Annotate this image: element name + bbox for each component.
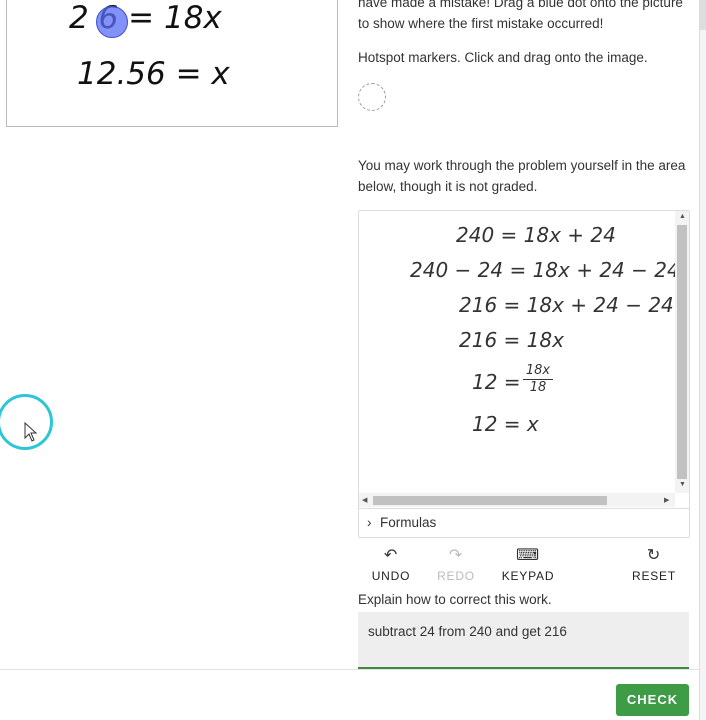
horizontal-scrollbar[interactable]: ◀ ▶ bbox=[359, 493, 675, 507]
explain-label: Explain how to correct this work. bbox=[358, 592, 552, 607]
work-line-3: 216 = 18x + 24 − 24 bbox=[459, 293, 674, 317]
math-input-area[interactable]: 240 = 18x + 24 240 − 24 = 18x + 24 − 24 … bbox=[359, 211, 675, 493]
work-line-5: 12 = bbox=[472, 370, 521, 394]
redo-icon: ↷ bbox=[448, 547, 464, 564]
reset-icon: ↻ bbox=[646, 547, 662, 564]
page-scroll-thumb[interactable] bbox=[700, 0, 706, 30]
undo-icon: ↶ bbox=[383, 547, 399, 564]
formulas-toggle[interactable]: › Formulas bbox=[359, 508, 689, 537]
fraction-denominator: 18 bbox=[529, 380, 547, 395]
scratch-work-area[interactable]: 240 = 18x + 24 240 − 24 = 18x + 24 − 24 … bbox=[358, 210, 690, 538]
formulas-label: Formulas bbox=[380, 515, 437, 530]
vertical-scrollbar[interactable]: ▲ ▼ bbox=[675, 211, 689, 493]
scroll-up-icon[interactable]: ▲ bbox=[679, 213, 686, 220]
vertical-scroll-thumb[interactable] bbox=[677, 225, 687, 479]
page-scrollbar[interactable] bbox=[699, 0, 706, 720]
reset-button[interactable]: ↻ RESET bbox=[619, 546, 689, 583]
keypad-label: KEYPAD bbox=[501, 569, 555, 583]
placed-hotspot-marker[interactable] bbox=[96, 6, 128, 38]
redo-label: REDO bbox=[437, 569, 475, 583]
hotspot-marker-source[interactable] bbox=[358, 83, 386, 111]
image-equation-1: 2 6 = 18x bbox=[69, 0, 222, 36]
scroll-left-icon[interactable]: ◀ bbox=[362, 496, 367, 504]
redo-button[interactable]: ↷ REDO bbox=[421, 546, 491, 583]
scroll-right-icon[interactable]: ▶ bbox=[664, 496, 669, 504]
workarea-instruction: You may work through the problem yoursel… bbox=[358, 158, 686, 194]
question-instruction: have made a mistake! Drag a blue dot ont… bbox=[358, 0, 683, 31]
footer-divider bbox=[0, 669, 706, 670]
keyboard-icon: ⌨ bbox=[516, 547, 540, 564]
problem-image[interactable]: 2 6 = 18x 12.56 = x bbox=[6, 0, 338, 127]
undo-label: UNDO bbox=[371, 569, 411, 583]
mouse-pointer-icon bbox=[24, 422, 38, 442]
undo-button[interactable]: ↶ UNDO bbox=[356, 546, 426, 583]
work-line-4: 216 = 18x bbox=[459, 328, 564, 352]
chevron-right-icon: › bbox=[367, 515, 372, 530]
fraction: 18x 18 bbox=[523, 363, 553, 396]
fraction-numerator: 18x bbox=[523, 363, 553, 380]
work-line-1: 240 = 18x + 24 bbox=[456, 223, 616, 247]
scroll-down-icon[interactable]: ▼ bbox=[679, 481, 686, 488]
work-line-2: 240 − 24 = 18x + 24 − 24 bbox=[410, 258, 675, 282]
reset-label: RESET bbox=[631, 569, 676, 583]
check-button[interactable]: CHECK bbox=[616, 684, 689, 716]
explain-textarea[interactable]: subtract 24 from 240 and get 216 bbox=[358, 612, 689, 669]
work-line-6: 12 = x bbox=[472, 412, 539, 436]
hotspot-instruction: Hotspot markers. Click and drag onto the… bbox=[358, 50, 648, 65]
keypad-button[interactable]: ⌨ KEYPAD bbox=[493, 546, 563, 583]
horizontal-scroll-thumb[interactable] bbox=[373, 496, 607, 505]
image-equation-2: 12.56 = x bbox=[77, 56, 230, 92]
